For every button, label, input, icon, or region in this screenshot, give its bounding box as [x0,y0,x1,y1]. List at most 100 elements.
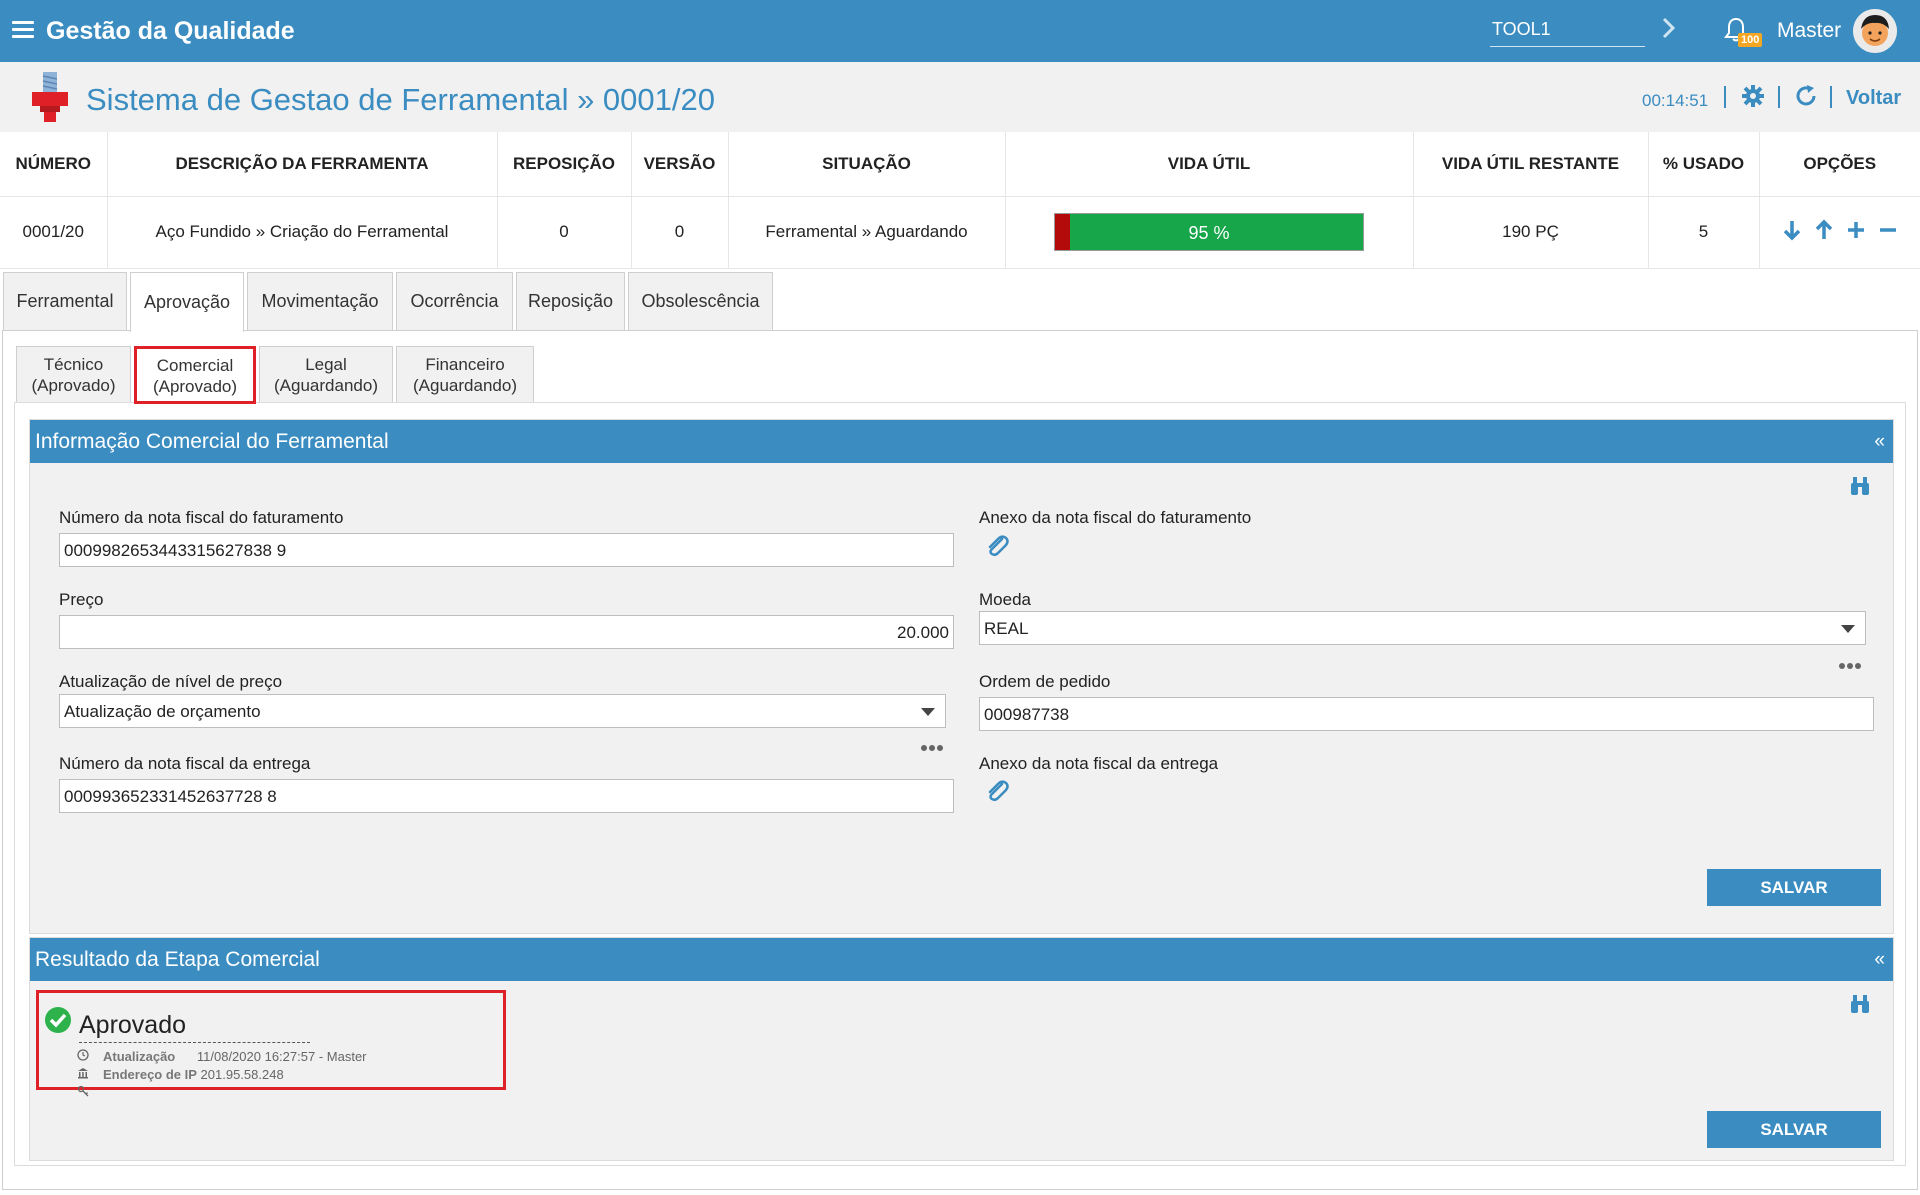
avatar[interactable] [1853,9,1897,53]
section-header: Informação Comercial do Ferramental « [30,420,1893,463]
cell-descricao: Aço Fundido » Criação do Ferramental [107,196,498,269]
refresh-icon[interactable] [1794,84,1818,108]
column-header: VERSÃO [631,132,729,197]
ip-value: 201.95.58.248 [200,1067,284,1082]
divider [1778,86,1780,108]
column-header: SITUAÇÃO [728,132,1006,197]
collapse-icon[interactable]: « [1874,420,1885,463]
paperclip-icon[interactable] [984,778,1010,804]
table-row[interactable]: 0001/20 Aço Fundido » Criação do Ferrame… [0,196,1920,269]
main-tabs: Ferramental Aprovação Movimentação Ocorr… [3,272,776,332]
subtab-tecnico[interactable]: Técnico (Aprovado) [16,346,131,402]
divider [1830,86,1832,108]
life-progress-bar: 95 % [1054,213,1364,251]
save-button[interactable]: SALVAR [1707,1111,1881,1148]
check-circle-icon [45,1007,71,1033]
column-header: VIDA ÚTIL [1005,132,1414,197]
cell-usado: 5 [1648,196,1760,269]
tab-aprovacao[interactable]: Aprovação [130,272,244,332]
plus-icon[interactable] [1846,219,1866,241]
top-bar: Gestão da Qualidade 100 Master [0,0,1920,62]
subtab-status: (Aguardando) [274,375,378,395]
currency-label: Moeda [979,590,1031,609]
more-options-icon[interactable] [921,738,947,751]
arrow-down-icon[interactable] [1782,219,1802,241]
price-level-value: Atualização de orçamento [64,702,261,721]
cell-vida-restante: 190 PÇ [1413,196,1649,269]
invoice-number-input[interactable]: 0009982653443315627838 9 [59,533,954,567]
divider [1724,86,1726,108]
column-header: % USADO [1648,132,1760,197]
cell-opcoes [1759,196,1920,269]
subtab-label: Legal [305,354,347,374]
column-header: OPÇÕES [1759,132,1920,197]
delivery-invoice-input[interactable]: 000993652331452637728 8 [59,779,954,813]
binoculars-icon[interactable] [1849,475,1871,497]
save-button[interactable]: SALVAR [1707,869,1881,906]
subtab-legal[interactable]: Legal (Aguardando) [259,346,393,402]
currency-value: REAL [984,619,1029,638]
tab-obsolescencia[interactable]: Obsolescência [628,272,773,330]
tab-reposicao[interactable]: Reposição [516,272,625,330]
cell-reposicao: 0 [497,196,632,269]
result-status[interactable]: Aprovado [79,1011,310,1043]
chevron-down-icon[interactable] [921,708,935,716]
invoice-attachment-label: Anexo da nota fiscal do faturamento [979,508,1252,527]
chevron-down-icon[interactable] [1841,625,1855,633]
life-percentage: 95 % [1188,223,1230,243]
subtab-label: Técnico [43,354,104,374]
minus-icon[interactable] [1878,219,1898,241]
notification-badge: 100 [1738,33,1763,47]
subtab-label: Comercial [156,355,234,375]
table-header-row: NÚMERO DESCRIÇÃO DA FERRAMENTA REPOSIÇÃO… [0,132,1920,197]
username[interactable]: Master [1777,19,1841,43]
tab-ferramental[interactable]: Ferramental [3,272,127,330]
gear-icon[interactable] [1741,84,1765,108]
price-label: Preço [59,590,104,609]
column-header: DESCRIÇÃO DA FERRAMENTA [107,132,498,197]
price-level-select[interactable]: Atualização de orçamento [59,694,946,728]
delivery-invoice-label: Número da nota fiscal da entrega [59,754,311,773]
tab-movimentacao[interactable]: Movimentação [247,272,393,330]
clock-icon [77,1049,89,1061]
cell-numero: 0001/20 [0,196,108,269]
update-value: 11/08/2020 16:27:57 [196,1049,316,1064]
menu-icon[interactable] [12,21,34,39]
update-info: Atualização 11/08/2020 16:27:57 - Master [103,1049,367,1064]
collapse-icon[interactable]: « [1874,938,1885,981]
update-user: - Master [318,1049,367,1064]
arrow-up-icon[interactable] [1814,219,1834,241]
tool-logo-icon [32,72,68,122]
column-header: NÚMERO [0,132,108,197]
page-title: Sistema de Gestao de Ferramental » 0001/… [86,82,715,117]
key-icon [77,1085,89,1097]
subtab-comercial[interactable]: Comercial (Aprovado) [134,346,256,404]
invoice-number-label: Número da nota fiscal do faturamento [59,508,344,527]
commercial-info-section: Informação Comercial do Ferramental « [29,419,1894,934]
app-title: Gestão da Qualidade [46,17,295,45]
tool-search-input[interactable] [1490,13,1645,47]
ip-label: Endereço de IP [103,1067,197,1082]
cell-vida-util: 95 % [1005,196,1414,269]
delivery-attachment-label: Anexo da nota fiscal da entrega [979,754,1219,773]
section-title: Informação Comercial do Ferramental [35,430,389,453]
subtab-financeiro[interactable]: Financeiro (Aguardando) [396,346,534,402]
order-label: Ordem de pedido [979,672,1111,691]
section-title: Resultado da Etapa Comercial [35,948,320,971]
currency-select[interactable]: REAL [979,611,1866,645]
order-input[interactable]: 000987738 [979,697,1874,731]
paperclip-icon[interactable] [984,533,1010,559]
tab-ocorrencia[interactable]: Ocorrência [396,272,513,330]
back-link[interactable]: Voltar [1846,87,1901,110]
ip-info: Endereço de IP 201.95.58.248 [103,1067,284,1082]
more-options-icon[interactable] [1839,656,1865,669]
title-bar: Sistema de Gestao de Ferramental » 0001/… [0,62,1920,132]
chevron-right-icon[interactable] [1660,16,1678,40]
price-level-label: Atualização de nível de preço [59,672,283,691]
binoculars-icon[interactable] [1849,993,1871,1015]
price-input[interactable]: 20.000 [59,615,954,649]
session-timer: 00:14:51 [1642,91,1709,110]
subtab-label: Financeiro [425,354,505,374]
subtab-status: (Aprovado) [152,376,238,396]
update-label: Atualização [103,1049,176,1064]
